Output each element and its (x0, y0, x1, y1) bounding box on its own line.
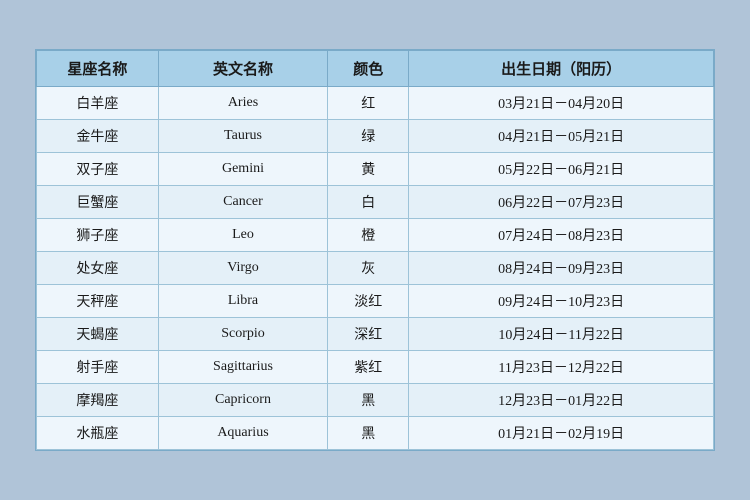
cell-english: Cancer (158, 186, 327, 219)
cell-date: 01月21日－02月19日 (409, 417, 714, 450)
table-row: 天蝎座Scorpio深红10月24日－11月22日 (37, 318, 714, 351)
table-row: 处女座Virgo灰08月24日－09月23日 (37, 252, 714, 285)
cell-chinese: 白羊座 (37, 87, 159, 120)
cell-color: 橙 (328, 219, 409, 252)
cell-chinese: 摩羯座 (37, 384, 159, 417)
cell-english: Virgo (158, 252, 327, 285)
cell-color: 绿 (328, 120, 409, 153)
cell-date: 07月24日－08月23日 (409, 219, 714, 252)
table-row: 金牛座Taurus绿04月21日－05月21日 (37, 120, 714, 153)
cell-color: 黑 (328, 417, 409, 450)
cell-color: 淡红 (328, 285, 409, 318)
cell-chinese: 天蝎座 (37, 318, 159, 351)
table-row: 天秤座Libra淡红09月24日－10月23日 (37, 285, 714, 318)
cell-chinese: 天秤座 (37, 285, 159, 318)
header-date: 出生日期（阳历） (409, 51, 714, 87)
cell-english: Capricorn (158, 384, 327, 417)
cell-date: 12月23日－01月22日 (409, 384, 714, 417)
cell-date: 06月22日－07月23日 (409, 186, 714, 219)
cell-color: 黄 (328, 153, 409, 186)
table-row: 摩羯座Capricorn黑12月23日－01月22日 (37, 384, 714, 417)
cell-chinese: 处女座 (37, 252, 159, 285)
cell-english: Leo (158, 219, 327, 252)
cell-date: 11月23日－12月22日 (409, 351, 714, 384)
header-color: 颜色 (328, 51, 409, 87)
cell-chinese: 水瓶座 (37, 417, 159, 450)
cell-english: Libra (158, 285, 327, 318)
table-body: 白羊座Aries红03月21日－04月20日金牛座Taurus绿04月21日－0… (37, 87, 714, 450)
table-row: 巨蟹座Cancer白06月22日－07月23日 (37, 186, 714, 219)
table-row: 白羊座Aries红03月21日－04月20日 (37, 87, 714, 120)
cell-english: Gemini (158, 153, 327, 186)
cell-color: 灰 (328, 252, 409, 285)
cell-chinese: 双子座 (37, 153, 159, 186)
cell-date: 10月24日－11月22日 (409, 318, 714, 351)
cell-date: 05月22日－06月21日 (409, 153, 714, 186)
cell-color: 深红 (328, 318, 409, 351)
cell-color: 紫红 (328, 351, 409, 384)
cell-english: Scorpio (158, 318, 327, 351)
cell-date: 03月21日－04月20日 (409, 87, 714, 120)
zodiac-table-container: 星座名称 英文名称 颜色 出生日期（阳历） 白羊座Aries红03月21日－04… (35, 49, 715, 451)
cell-chinese: 巨蟹座 (37, 186, 159, 219)
cell-chinese: 狮子座 (37, 219, 159, 252)
cell-date: 08月24日－09月23日 (409, 252, 714, 285)
cell-color: 黑 (328, 384, 409, 417)
cell-english: Aries (158, 87, 327, 120)
table-row: 双子座Gemini黄05月22日－06月21日 (37, 153, 714, 186)
cell-chinese: 金牛座 (37, 120, 159, 153)
cell-date: 04月21日－05月21日 (409, 120, 714, 153)
table-row: 射手座Sagittarius紫红11月23日－12月22日 (37, 351, 714, 384)
table-row: 水瓶座Aquarius黑01月21日－02月19日 (37, 417, 714, 450)
cell-english: Aquarius (158, 417, 327, 450)
cell-date: 09月24日－10月23日 (409, 285, 714, 318)
table-row: 狮子座Leo橙07月24日－08月23日 (37, 219, 714, 252)
cell-english: Sagittarius (158, 351, 327, 384)
cell-color: 白 (328, 186, 409, 219)
table-header-row: 星座名称 英文名称 颜色 出生日期（阳历） (37, 51, 714, 87)
cell-chinese: 射手座 (37, 351, 159, 384)
header-english: 英文名称 (158, 51, 327, 87)
header-chinese: 星座名称 (37, 51, 159, 87)
cell-english: Taurus (158, 120, 327, 153)
cell-color: 红 (328, 87, 409, 120)
zodiac-table: 星座名称 英文名称 颜色 出生日期（阳历） 白羊座Aries红03月21日－04… (36, 50, 714, 450)
